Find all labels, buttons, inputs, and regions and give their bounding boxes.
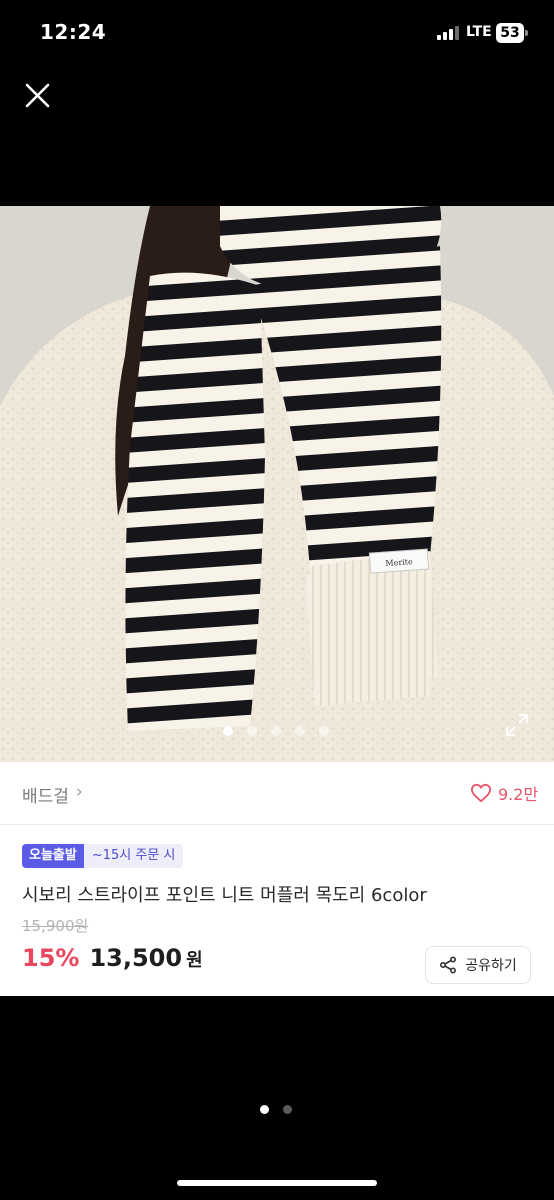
today-shipping-badge: 오늘출발 bbox=[22, 844, 84, 868]
expand-icon[interactable] bbox=[504, 712, 530, 738]
currency-unit: 원 bbox=[186, 950, 203, 971]
delivery-badges: 오늘출발 ~15시 주문 시 bbox=[22, 844, 184, 868]
home-indicator[interactable] bbox=[177, 1180, 377, 1186]
shop-row: 배드걸 › 9.2만 bbox=[0, 762, 554, 825]
share-button[interactable]: 공유하기 bbox=[425, 946, 531, 984]
page-dots[interactable] bbox=[260, 1105, 292, 1114]
close-button[interactable] bbox=[18, 76, 58, 116]
close-icon bbox=[25, 83, 50, 108]
chevron-right-icon[interactable]: › bbox=[76, 782, 83, 802]
carousel-dot[interactable] bbox=[223, 726, 233, 736]
like-button[interactable]: 9.2만 bbox=[470, 779, 538, 807]
price-row: 15% 13,500 원 bbox=[22, 944, 203, 972]
sale-price: 13,500 bbox=[89, 944, 183, 972]
carousel-dots[interactable] bbox=[223, 726, 329, 738]
carousel-dot[interactable] bbox=[295, 726, 305, 736]
carousel-dot[interactable] bbox=[319, 726, 329, 736]
screen: 12:24 LTE 53 Merite 배드걸 › 9.2만 오늘출발 ~15시… bbox=[0, 0, 554, 1200]
product-photo: Merite bbox=[0, 206, 554, 762]
signal-icon bbox=[437, 26, 461, 40]
product-title: 시보리 스트라이프 포인트 니트 머플러 목도리 6color bbox=[22, 885, 427, 906]
battery-icon: 53 bbox=[496, 23, 528, 43]
page-dot[interactable] bbox=[283, 1105, 292, 1114]
order-cutoff-badge: ~15시 주문 시 bbox=[83, 844, 184, 868]
network-label: LTE bbox=[466, 24, 492, 40]
like-count: 9.2만 bbox=[498, 785, 539, 804]
shop-name-link[interactable]: 배드걸 bbox=[22, 782, 69, 807]
status-bar: 12:24 LTE 53 bbox=[0, 0, 554, 66]
carousel-dot[interactable] bbox=[271, 726, 281, 736]
product-card: Merite 배드걸 › 9.2만 오늘출발 ~15시 주문 시 시보리 스트라… bbox=[0, 206, 554, 996]
carousel-dot[interactable] bbox=[247, 726, 257, 736]
page-dot[interactable] bbox=[260, 1105, 269, 1114]
battery-level: 53 bbox=[496, 23, 524, 43]
share-icon bbox=[440, 956, 457, 974]
product-image[interactable]: Merite bbox=[0, 206, 554, 762]
status-time: 12:24 bbox=[40, 20, 107, 44]
share-label: 공유하기 bbox=[465, 958, 517, 974]
original-price: 15,900원 bbox=[22, 917, 89, 935]
discount-rate: 15% bbox=[22, 944, 80, 972]
scarf-tag-text: Merite bbox=[385, 557, 413, 568]
heart-icon bbox=[470, 783, 492, 803]
